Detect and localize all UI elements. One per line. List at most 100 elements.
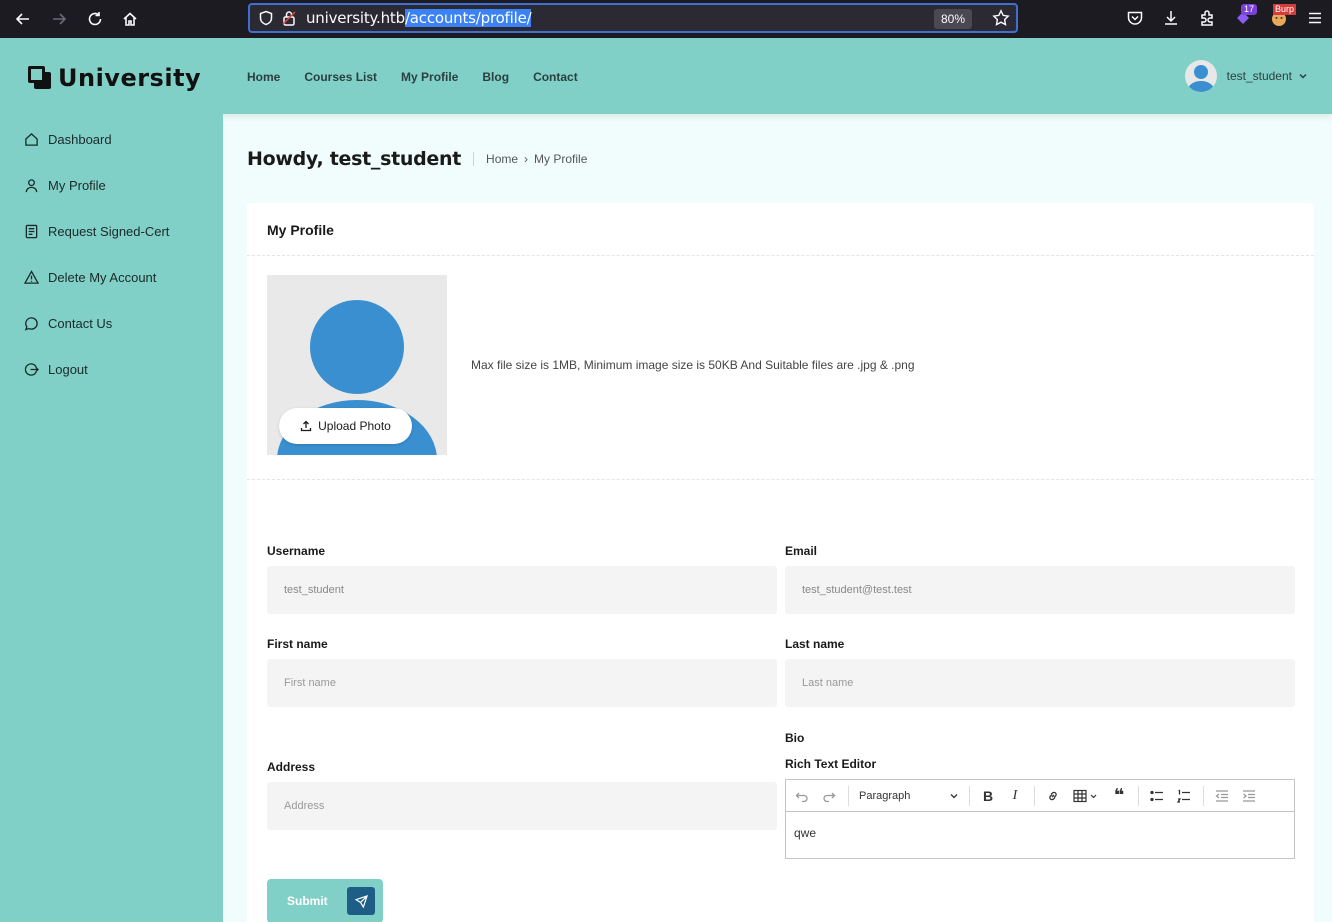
zoom-level[interactable]: 80% [933, 9, 972, 29]
url-text[interactable]: university.htb/accounts/profile/ [306, 9, 532, 27]
extensions-icon[interactable] [1198, 9, 1216, 27]
nav-courses-list[interactable]: Courses List [304, 70, 377, 84]
submit-label: Submit [287, 894, 328, 908]
blockquote-icon[interactable]: ❝ [1111, 785, 1127, 805]
home-button[interactable] [112, 0, 148, 38]
sidebar-item-request-signed-cert[interactable]: Request Signed-Cert [0, 208, 223, 254]
bold-icon[interactable]: B [980, 788, 996, 804]
editor-content[interactable]: qwe [786, 812, 1294, 854]
submit-button[interactable]: Submit [267, 879, 383, 922]
bio-label: Bio [785, 731, 805, 745]
home-icon [123, 12, 137, 26]
upload-photo-label: Upload Photo [318, 419, 391, 433]
indent-icon[interactable] [1241, 788, 1257, 804]
breadcrumb-divider [473, 152, 475, 166]
profile-card: My Profile Upload Photo Max file size is… [247, 203, 1314, 922]
upload-photo-button[interactable]: Upload Photo [279, 408, 412, 444]
chevron-down-icon [1299, 73, 1307, 79]
first-name-field[interactable] [267, 659, 777, 707]
address-label: Address [267, 760, 316, 774]
url-host: university.htb [306, 9, 405, 27]
username-label: Username [267, 544, 326, 558]
username-field[interactable] [267, 566, 777, 614]
breadcrumb: Home › My Profile [486, 152, 587, 166]
upload-icon [300, 420, 312, 432]
chat-icon [24, 316, 38, 331]
toolbar-separator [1034, 785, 1035, 806]
download-icon[interactable] [1162, 9, 1180, 27]
link-icon[interactable] [1045, 788, 1061, 804]
italic-icon[interactable]: I [1007, 788, 1023, 804]
sidebar-item-label: Contact Us [48, 315, 113, 331]
hamburger-menu-icon[interactable] [1306, 9, 1324, 27]
nav-blog[interactable]: Blog [482, 70, 509, 84]
site-header: University Home Courses List My Profile … [0, 38, 1332, 114]
warning-icon [24, 269, 39, 284]
bio-rich-text-editor: Paragraph B I ❝ qwe [785, 779, 1295, 859]
chevron-down-icon [950, 793, 958, 798]
sidebar-item-label: Delete My Account [48, 269, 157, 285]
card-title: My Profile [267, 222, 334, 238]
logout-icon [24, 362, 39, 376]
toolbar-separator [1138, 785, 1139, 806]
reload-icon [88, 12, 102, 26]
site-logo[interactable]: University [28, 64, 201, 92]
undo-icon[interactable] [794, 788, 810, 804]
bookmark-star-icon[interactable] [992, 9, 1010, 27]
numbered-list-icon[interactable] [1176, 788, 1192, 804]
divider [247, 479, 1314, 480]
nav-my-profile[interactable]: My Profile [401, 70, 458, 84]
user-icon [25, 178, 38, 192]
pocket-icon[interactable] [1126, 9, 1144, 27]
url-bar[interactable]: university.htb/accounts/profile/ 80% [248, 3, 1018, 33]
email-label: Email [785, 544, 818, 558]
arrow-left-icon [15, 13, 29, 25]
sidebar-item-delete-account[interactable]: Delete My Account [0, 254, 223, 300]
bulleted-list-icon[interactable] [1149, 788, 1165, 804]
photo-hint: Max file size is 1MB, Minimum image size… [471, 358, 915, 372]
sidebar-item-label: Request Signed-Cert [48, 223, 170, 239]
avatar [1184, 60, 1217, 92]
back-button[interactable] [5, 0, 41, 38]
toolbar-separator [969, 785, 970, 806]
breadcrumb-home[interactable]: Home [486, 152, 518, 166]
email-field[interactable] [785, 566, 1295, 614]
sidebar-item-label: My Profile [48, 177, 106, 193]
arrow-right-icon [53, 13, 67, 25]
main-nav: Home Courses List My Profile Blog Contac… [247, 70, 602, 84]
shield-icon[interactable] [258, 10, 274, 26]
nav-contact[interactable]: Contact [533, 70, 578, 84]
send-icon [347, 887, 375, 915]
paragraph-format-dropdown[interactable]: Paragraph [859, 790, 959, 802]
sidebar-item-label: Dashboard [48, 131, 112, 147]
page-heading: Howdy, test_student Home › My Profile [247, 148, 587, 170]
lock-icon[interactable] [282, 10, 296, 26]
sidebar-item-contact-us[interactable]: Contact Us [0, 300, 223, 346]
logo-text: University [58, 64, 202, 92]
last-name-field[interactable] [785, 659, 1295, 707]
rich-text-editor-label: Rich Text Editor [785, 757, 877, 771]
outdent-icon[interactable] [1214, 788, 1230, 804]
page-title: Howdy, test_student [247, 148, 462, 170]
sidebar-item-my-profile[interactable]: My Profile [0, 162, 223, 208]
home-icon [25, 132, 38, 146]
sidebar-item-logout[interactable]: Logout [0, 346, 223, 392]
breadcrumb-current: My Profile [534, 152, 588, 166]
nav-home[interactable]: Home [247, 70, 280, 84]
reload-button[interactable] [77, 0, 113, 38]
sidebar-item-dashboard[interactable]: Dashboard [0, 116, 223, 162]
redo-icon[interactable] [821, 788, 837, 804]
user-name: test_student [1226, 69, 1292, 83]
burp-badge: Burp [1273, 4, 1297, 15]
document-icon [25, 224, 38, 238]
sidebar-item-label: Logout [48, 361, 88, 377]
sidebar: Dashboard My Profile Request Signed-Cert… [0, 114, 223, 922]
divider [247, 255, 1314, 256]
table-icon[interactable] [1072, 788, 1100, 804]
user-menu[interactable]: test_student [1184, 60, 1308, 92]
forward-button[interactable] [41, 0, 77, 38]
editor-toolbar: Paragraph B I ❝ [786, 780, 1294, 812]
address-field[interactable] [267, 782, 777, 830]
profile-photo: Upload Photo [267, 275, 447, 455]
last-name-label: Last name [785, 637, 845, 651]
